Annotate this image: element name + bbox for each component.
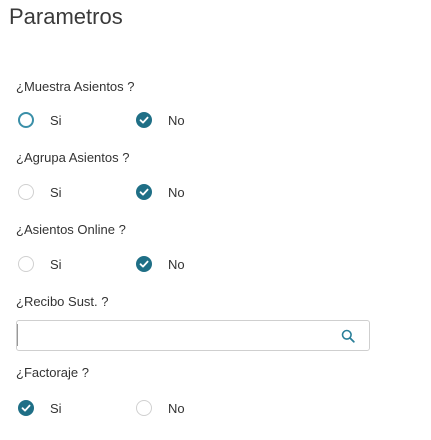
radio-icon[interactable] (136, 400, 152, 416)
option-label: No (168, 184, 185, 200)
option-label: No (168, 400, 185, 416)
muestra-asientos-label: ¿Muestra Asientos ? (16, 79, 135, 94)
asientos-online-label: ¿Asientos Online ? (16, 222, 126, 237)
muestra-asientos-si-option[interactable]: Si (18, 112, 62, 128)
recibo-sust-input[interactable] (17, 321, 327, 350)
option-label: Si (50, 112, 62, 128)
factoraje-si-option[interactable]: Si (18, 400, 62, 416)
agrupa-asientos-si-option[interactable]: Si (18, 184, 62, 200)
check-circle-icon[interactable] (18, 400, 34, 416)
agrupa-asientos-label: ¿Agrupa Asientos ? (16, 150, 130, 165)
option-label: No (168, 256, 185, 272)
check-circle-icon[interactable] (136, 112, 152, 128)
recibo-sust-label: ¿Recibo Sust. ? (16, 294, 109, 309)
option-label: No (168, 112, 185, 128)
recibo-sust-field[interactable] (16, 320, 370, 351)
agrupa-asientos-no-option[interactable]: No (136, 184, 185, 200)
factoraje-no-option[interactable]: No (136, 400, 185, 416)
check-circle-icon[interactable] (136, 184, 152, 200)
muestra-asientos-no-option[interactable]: No (136, 112, 185, 128)
search-icon[interactable] (341, 329, 355, 343)
factoraje-label: ¿Factoraje ? (16, 365, 89, 380)
option-label: Si (50, 400, 62, 416)
asientos-online-si-option[interactable]: Si (18, 256, 62, 272)
asientos-online-no-option[interactable]: No (136, 256, 185, 272)
radio-icon[interactable] (18, 256, 34, 272)
page-title: Parametros (9, 4, 123, 29)
option-label: Si (50, 256, 62, 272)
radio-icon[interactable] (18, 184, 34, 200)
radio-icon[interactable] (18, 112, 34, 128)
check-circle-icon[interactable] (136, 256, 152, 272)
option-label: Si (50, 184, 62, 200)
